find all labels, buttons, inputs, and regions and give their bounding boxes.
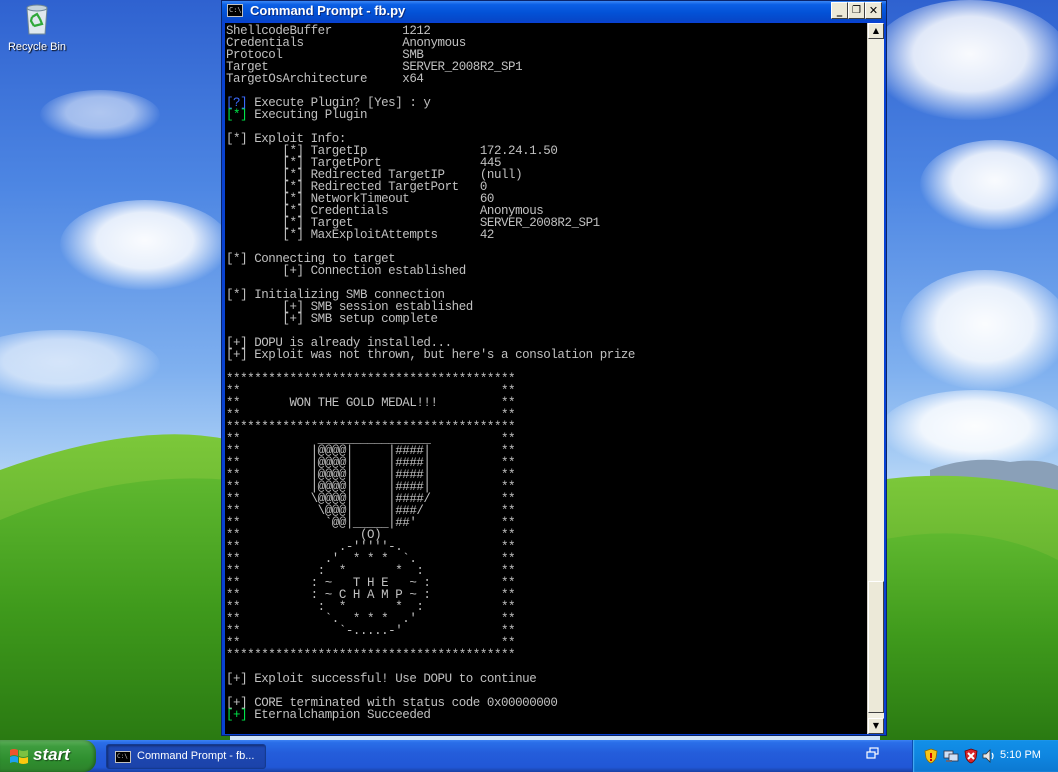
minimize-button[interactable]: _ — [831, 2, 848, 19]
console-line: [*] MaxExploitAttempts 42 — [226, 228, 494, 242]
system-tray: 5:10 PM — [912, 740, 1058, 772]
console-output: ShellcodeBuffer 1212 Credentials Anonymou… — [225, 23, 867, 722]
taskbar-item-command-prompt[interactable]: C:\ Command Prompt - fb... — [106, 744, 266, 769]
vertical-scrollbar[interactable]: ▲ ▼ — [867, 23, 884, 734]
security-shield-icon[interactable] — [923, 748, 939, 764]
taskbar-item-label: Command Prompt - fb... — [137, 750, 255, 762]
console-line: [+] Eternalchampion Succeeded — [226, 708, 431, 722]
security-alert-icon[interactable] — [963, 748, 979, 764]
scroll-thumb[interactable] — [868, 581, 884, 713]
window-title: Command Prompt - fb.py — [250, 3, 406, 18]
recycle-bin-shortcut[interactable]: Recycle Bin — [6, 2, 68, 53]
start-button[interactable]: start — [0, 740, 96, 772]
console-icon: C:\ — [227, 4, 243, 17]
close-button[interactable]: ✕ — [865, 2, 882, 19]
console-line: [+] Exploit was not thrown, but here's a… — [226, 348, 635, 362]
recycle-bin-label: Recycle Bin — [7, 41, 67, 53]
show-desktop-icon[interactable] — [866, 747, 880, 761]
console-line: TargetOsArchitecture x64 — [226, 72, 424, 86]
recycle-bin-icon — [26, 4, 48, 35]
console-output-area[interactable]: ShellcodeBuffer 1212 Credentials Anonymou… — [225, 23, 867, 734]
title-bar[interactable]: C:\ Command Prompt - fb.py _ ❐ ✕ — [222, 1, 886, 21]
taskbar: start C:\ Command Prompt - fb... 5:10 PM — [0, 740, 1058, 772]
console-line: ****************************************… — [226, 648, 516, 662]
restore-button[interactable]: ❐ — [848, 2, 865, 19]
command-prompt-window[interactable]: C:\ Command Prompt - fb.py _ ❐ ✕ Shellco… — [221, 0, 887, 736]
console-line: [*] Executing Plugin — [226, 108, 368, 122]
volume-icon[interactable] — [981, 748, 997, 764]
console-line: [+] Connection established — [226, 264, 466, 278]
windows-flag-icon — [10, 749, 28, 764]
start-label: start — [33, 745, 70, 764]
scroll-up-button[interactable]: ▲ — [868, 23, 884, 39]
network-icon[interactable] — [943, 748, 959, 764]
clock[interactable]: 5:10 PM — [1000, 749, 1041, 761]
console-icon: C:\ — [115, 751, 131, 763]
console-line: [+] SMB setup complete — [226, 312, 438, 326]
scroll-down-button[interactable]: ▼ — [868, 718, 884, 734]
console-line: [+] Exploit successful! Use DOPU to cont… — [226, 672, 537, 686]
